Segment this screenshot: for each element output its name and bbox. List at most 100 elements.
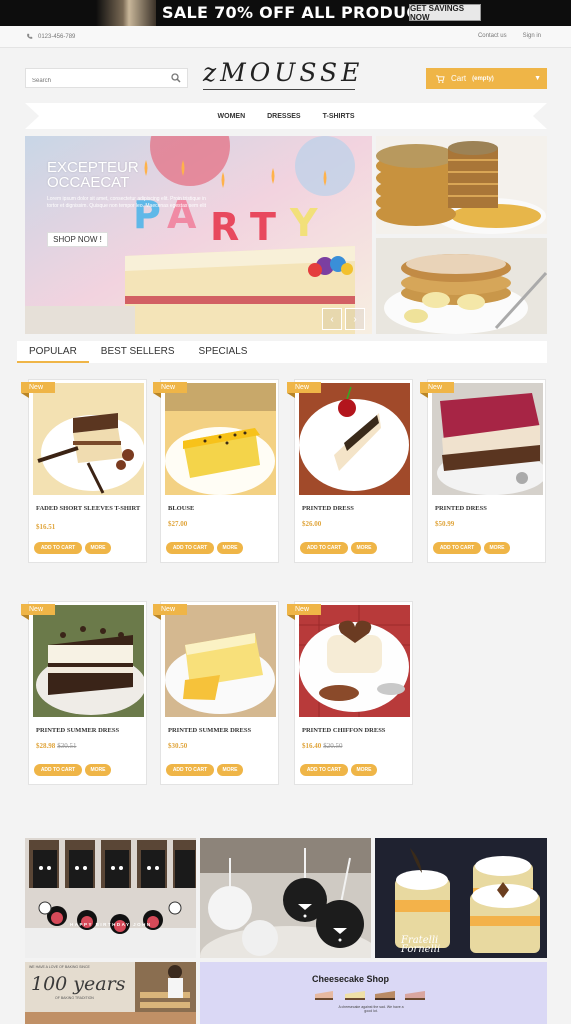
site-logo[interactable]: zMOUSSE <box>203 58 359 90</box>
tradition-years-text: 100 years <box>31 973 126 995</box>
product-image[interactable] <box>33 605 144 717</box>
product-price: $28.98 <box>36 742 56 750</box>
product-name[interactable]: PRINTED CHIFFON DRESS <box>302 727 407 735</box>
product-card[interactable]: New PRINTED DRESS $26.00 ADD TO CART MORE <box>287 379 413 563</box>
tab-popular[interactable]: POPULAR <box>17 341 89 363</box>
slider-next-button[interactable]: › <box>345 308 365 330</box>
nav-item-dresses[interactable]: DRESSES <box>267 113 300 120</box>
search-input[interactable] <box>26 72 166 90</box>
nav-item-tshirts[interactable]: T-SHIRTS <box>323 113 355 120</box>
pancake-banana-banner[interactable] <box>376 238 547 334</box>
more-button[interactable]: MORE <box>351 764 377 776</box>
product-image[interactable] <box>33 383 144 495</box>
product-name[interactable]: FADED SHORT SLEEVES T-SHIRT <box>36 505 141 513</box>
product-image[interactable] <box>165 605 276 717</box>
new-badge: New <box>287 604 321 620</box>
cake-pops-banner[interactable] <box>200 838 371 958</box>
product-name[interactable]: PRINTED SUMMER DRESS <box>168 727 273 735</box>
product-price: $30.50 <box>168 742 188 750</box>
birthday-banner[interactable]: HAPPY BIRTHDAY JOHN <box>25 838 196 958</box>
pancake-stack-banner[interactable] <box>376 136 547 234</box>
cart-button[interactable]: Cart (empty) ▼ <box>426 68 547 89</box>
product-price: $16.40 <box>302 742 322 750</box>
new-badge: New <box>420 382 454 398</box>
birthday-banner-text: HAPPY BIRTHDAY JOHN <box>70 922 152 927</box>
new-badge: New <box>21 604 55 620</box>
product-image[interactable] <box>165 383 276 495</box>
add-to-cart-button[interactable]: ADD TO CART <box>433 542 481 554</box>
more-button[interactable]: MORE <box>217 542 243 554</box>
product-price-block: $16.40 $20.50 <box>302 742 343 750</box>
product-price: $27.00 <box>168 520 188 528</box>
product-card[interactable]: New PRINTED DRESS $50.99 ADD TO CART MORE <box>420 379 546 563</box>
new-badge: New <box>153 382 187 398</box>
pancake-stack-image <box>376 136 547 234</box>
slide-heading: EXCEPTEUR OCCAECAT <box>47 160 139 190</box>
more-button[interactable]: MORE <box>85 764 111 776</box>
cheesecake-shop-banner[interactable]: Cheesecake Shop A cheesecake against the… <box>200 962 547 1024</box>
product-image[interactable] <box>299 605 410 717</box>
cart-status: (empty) <box>472 75 494 82</box>
svg-text:T: T <box>250 205 276 249</box>
product-photo <box>165 383 276 495</box>
product-card[interactable]: New PRINTED SUMMER DRESS $28.98 $30.51 ADD T… <box>21 601 147 785</box>
product-price-block: $26.00 <box>302 520 323 528</box>
add-to-cart-button[interactable]: ADD TO CART <box>166 764 214 776</box>
product-old-price: $30.51 <box>57 742 77 750</box>
contact-us-link[interactable]: Contact us <box>478 33 507 39</box>
more-button[interactable]: MORE <box>351 542 377 554</box>
fratelli-banner[interactable]: . Fratelli Fornelli <box>375 838 547 958</box>
product-price-block: $27.00 <box>168 520 189 528</box>
product-price-block: $28.98 $30.51 <box>36 742 77 750</box>
product-name[interactable]: PRINTED DRESS <box>435 505 540 513</box>
promo-banner[interactable]: SALE 70% OFF ALL PRODUCTS GET SAVINGS NO… <box>0 0 571 26</box>
svg-text:R: R <box>210 205 239 249</box>
hero-slider: P A R T Y EXCEPTEUR OCCAECAT Lorem ipsum … <box>25 136 372 334</box>
cart-icon <box>436 74 445 83</box>
product-photo <box>299 605 410 717</box>
chevron-down-icon: ▼ <box>534 75 541 82</box>
add-to-cart-button[interactable]: ADD TO CART <box>34 542 82 554</box>
product-card[interactable]: New PRINTED CHIFFON DRESS $16.40 $20.50 ADD … <box>287 601 413 785</box>
more-button[interactable]: MORE <box>484 542 510 554</box>
product-name[interactable]: PRINTED SUMMER DRESS <box>36 727 141 735</box>
product-image[interactable] <box>432 383 543 495</box>
product-price: $16.51 <box>36 523 56 531</box>
get-savings-button[interactable]: GET SAVINGS NOW <box>409 4 481 22</box>
birthday-bags-image <box>25 838 196 958</box>
add-to-cart-button[interactable]: ADD TO CART <box>300 542 348 554</box>
add-to-cart-button[interactable]: ADD TO CART <box>34 764 82 776</box>
product-card[interactable]: New PRINTED SUMMER DRESS $30.50 ADD TO CART… <box>153 601 279 785</box>
product-price-block: $30.50 <box>168 742 189 750</box>
more-button[interactable]: MORE <box>217 764 243 776</box>
product-photo <box>33 605 144 717</box>
product-price: $50.99 <box>435 520 455 528</box>
product-price-block: $16.51 <box>36 523 57 531</box>
phone-number: 0123-456-789 <box>38 33 76 40</box>
svg-text:Y: Y <box>289 201 318 245</box>
more-button[interactable]: MORE <box>85 542 111 554</box>
sign-in-link[interactable]: Sign in <box>523 33 541 39</box>
product-name[interactable]: PRINTED DRESS <box>302 505 407 513</box>
search-icon[interactable] <box>171 73 181 83</box>
slide-subtext: Lorem ipsum dolor sit amet, consectetur … <box>47 196 206 209</box>
slider-prev-button[interactable]: ‹ <box>322 308 342 330</box>
utility-bar: 0123-456-789 Contact us Sign in <box>0 26 571 48</box>
tab-specials[interactable]: SPECIALS <box>187 341 260 363</box>
product-photo <box>299 383 410 495</box>
product-tabs: POPULAR BEST SELLERS SPECIALS <box>17 341 547 363</box>
nav-item-women[interactable]: WOMEN <box>218 113 246 120</box>
product-photo <box>33 383 144 495</box>
tradition-banner[interactable]: WE HAVE A LOVE OF BAKING SINCE 100 years… <box>25 962 196 1024</box>
product-card[interactable]: New BLOUSE $27.00 ADD TO CART MORE <box>153 379 279 563</box>
tab-best-sellers[interactable]: BEST SELLERS <box>89 341 187 363</box>
new-badge: New <box>21 382 55 398</box>
add-to-cart-button[interactable]: ADD TO CART <box>300 764 348 776</box>
shop-now-button[interactable]: SHOP NOW ! <box>47 232 108 247</box>
add-to-cart-button[interactable]: ADD TO CART <box>166 542 214 554</box>
product-card[interactable]: New FADED SHORT SLEEVES T-SHIRT $16.51 ADD … <box>21 379 147 563</box>
pancake-banana-image <box>376 238 547 334</box>
product-name[interactable]: BLOUSE <box>168 505 273 513</box>
product-old-price: $20.50 <box>323 742 343 750</box>
product-image[interactable] <box>299 383 410 495</box>
